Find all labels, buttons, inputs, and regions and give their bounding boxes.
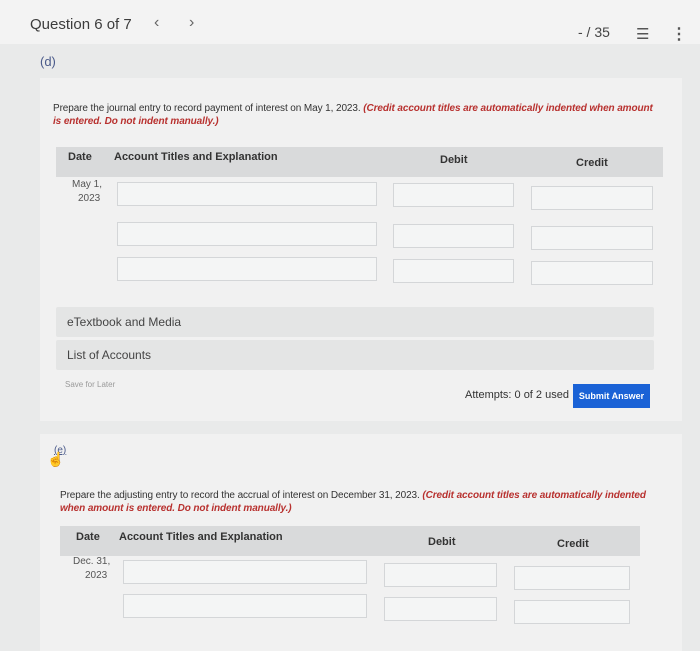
- score-display: - / 35: [578, 24, 610, 40]
- credit-input-row-1[interactable]: [531, 186, 653, 210]
- list-icon[interactable]: ☰: [636, 25, 649, 43]
- col-date: Date: [68, 151, 92, 163]
- part-e-prompt: Prepare the adjusting entry to record th…: [60, 489, 655, 515]
- debit-input-row-2[interactable]: [384, 597, 497, 621]
- save-for-later-button[interactable]: Save for Later: [65, 380, 115, 389]
- date-line-2: 2023: [78, 193, 101, 204]
- part-d-table-header: Date Account Titles and Explanation Debi…: [56, 147, 663, 177]
- previous-question-icon[interactable]: ‹: [154, 14, 159, 32]
- date-line-2: 2023: [85, 570, 108, 581]
- account-input-row-2[interactable]: [123, 594, 367, 618]
- credit-input-row-2[interactable]: [514, 600, 630, 624]
- etextbook-media-link[interactable]: eTextbook and Media: [56, 307, 654, 337]
- col-credit: Credit: [557, 538, 589, 550]
- credit-input-row-1[interactable]: [514, 566, 630, 590]
- col-date: Date: [76, 531, 100, 543]
- part-e-prompt-text: Prepare the adjusting entry to record th…: [60, 490, 420, 501]
- part-d-prompt-text: Prepare the journal entry to record paym…: [53, 103, 361, 114]
- kebab-menu-icon[interactable]: ⋮: [671, 24, 687, 44]
- col-debit: Debit: [440, 154, 468, 166]
- part-d-date: May 1, 2023: [72, 178, 102, 206]
- question-title: Question 6 of 7: [30, 16, 132, 33]
- date-line-1: May 1,: [72, 179, 103, 190]
- list-of-accounts-label: List of Accounts: [67, 348, 152, 362]
- part-e-date: Dec. 31, 2023: [73, 555, 110, 583]
- part-e-table-header: Date Account Titles and Explanation Debi…: [60, 526, 640, 556]
- account-input-row-1[interactable]: [117, 182, 377, 206]
- col-account: Account Titles and Explanation: [114, 151, 278, 163]
- attempts-text: Attempts: 0 of 2 used: [465, 389, 569, 401]
- etextbook-label: eTextbook and Media: [67, 315, 182, 329]
- date-line-1: Dec. 31,: [73, 556, 111, 567]
- col-account: Account Titles and Explanation: [119, 531, 283, 543]
- next-question-icon[interactable]: ›: [189, 14, 194, 32]
- credit-input-row-2[interactable]: [531, 226, 653, 250]
- account-input-row-1[interactable]: [123, 560, 367, 584]
- list-of-accounts-link[interactable]: List of Accounts: [56, 340, 654, 370]
- submit-answer-button[interactable]: Submit Answer: [573, 384, 650, 408]
- col-credit: Credit: [576, 157, 608, 169]
- account-input-row-2[interactable]: [117, 222, 377, 246]
- part-d-label: (d): [40, 54, 56, 69]
- debit-input-row-3[interactable]: [393, 259, 514, 283]
- account-input-row-3[interactable]: [117, 257, 377, 281]
- debit-input-row-2[interactable]: [393, 224, 514, 248]
- hand-cursor-icon: ☝: [47, 451, 65, 467]
- debit-input-row-1[interactable]: [393, 183, 514, 207]
- credit-input-row-3[interactable]: [531, 261, 653, 285]
- debit-input-row-1[interactable]: [384, 563, 497, 587]
- part-d-prompt: Prepare the journal entry to record paym…: [53, 102, 653, 128]
- col-debit: Debit: [428, 536, 456, 548]
